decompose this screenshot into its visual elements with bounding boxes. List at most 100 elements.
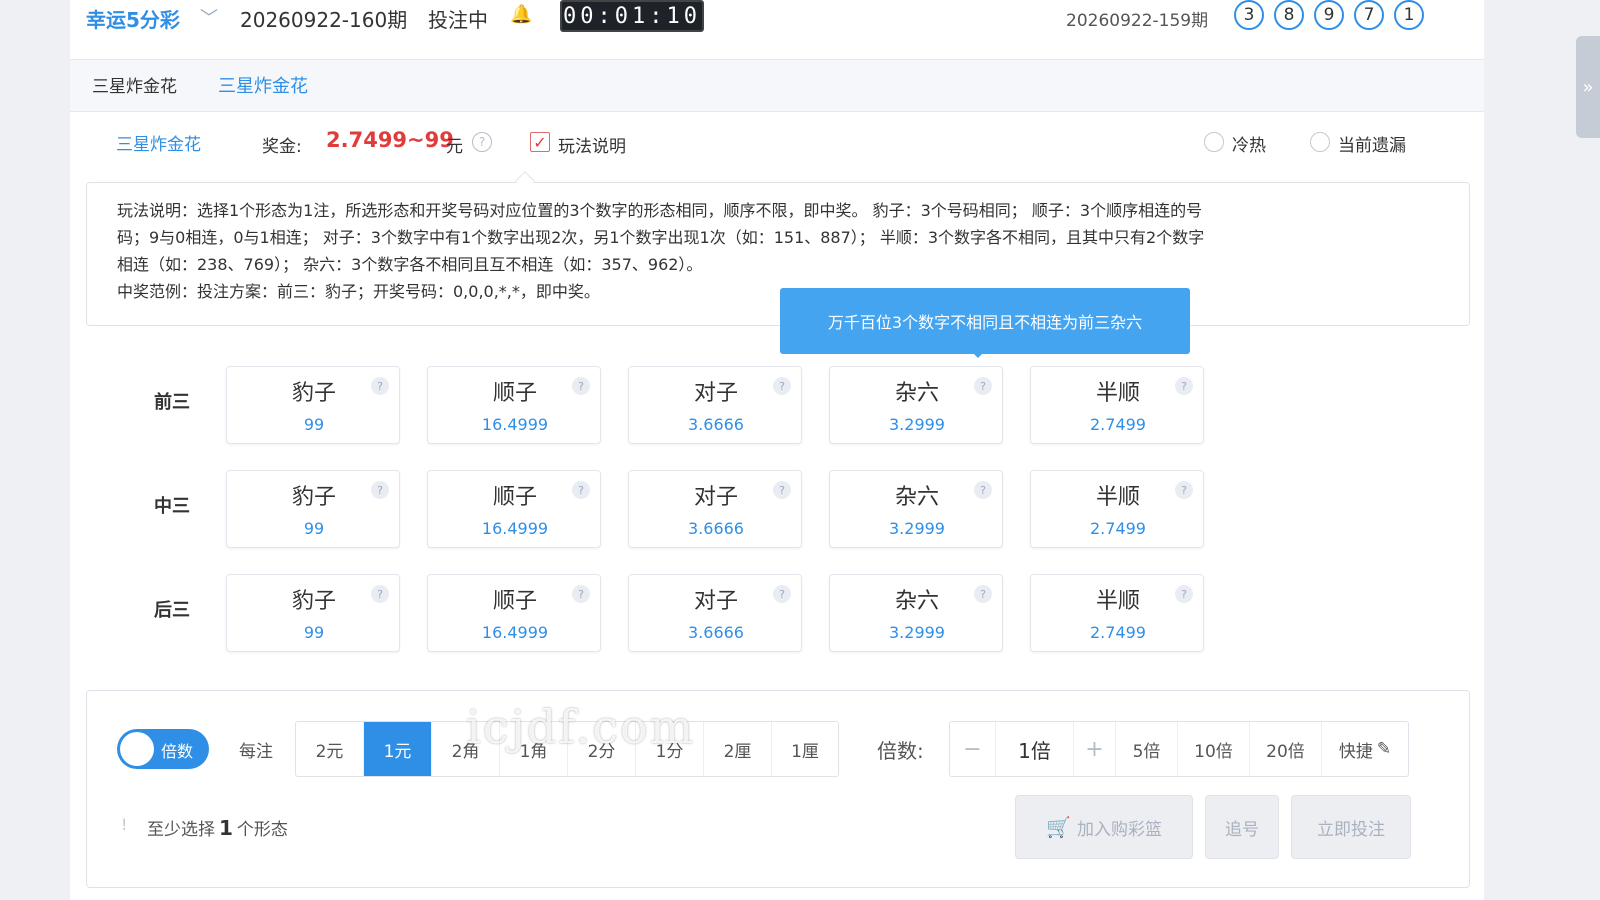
shape-odds: 2.7499 <box>1090 519 1146 538</box>
shape-option[interactable]: 对子 3.6666? <box>628 574 802 652</box>
toggle-knob <box>120 732 154 766</box>
current-period: 20260922-160期 <box>240 8 408 32</box>
cold-hot-radio[interactable] <box>1204 132 1224 152</box>
help-icon[interactable]: ? <box>572 585 590 603</box>
edit-icon: ✎ <box>1376 739 1392 759</box>
betting-panel: 幸运5分彩 ﹀ 20260922-160期 投注中 🔔 00:01:10 202… <box>70 0 1484 900</box>
draw-ball: 9 <box>1314 0 1344 30</box>
shape-odds: 99 <box>303 623 325 642</box>
shape-odds: 16.4999 <box>481 519 549 538</box>
countdown-timer: 00:01:10 <box>560 0 704 32</box>
shape-option[interactable]: 杂六 3.2999? <box>829 574 1003 652</box>
last-draw-balls: 3 8 9 7 1 <box>1234 0 1424 30</box>
help-icon[interactable]: ? <box>572 481 590 499</box>
shape-odds: 3.6666 <box>688 415 744 434</box>
help-icon[interactable]: ? <box>1175 377 1193 395</box>
help-icon[interactable]: ? <box>974 377 992 395</box>
quick-multiplier[interactable]: 20倍 <box>1250 722 1322 776</box>
play-bar: 三星炸金花 奖金: 2.7499~99 元 ? ✓ 玩法说明 冷热 当前遗漏 <box>70 112 1484 174</box>
help-icon[interactable]: ? <box>773 481 791 499</box>
shape-option[interactable]: 顺子 16.4999? <box>427 574 601 652</box>
missing-radio[interactable] <box>1310 132 1330 152</box>
help-icon[interactable]: ? <box>472 132 492 152</box>
shape-option[interactable]: 杂六 3.2999? <box>829 470 1003 548</box>
side-expand-tab[interactable]: » <box>1576 36 1600 138</box>
bet-now-button[interactable]: 立即投注 <box>1291 795 1411 859</box>
prize-unit: 元 <box>446 137 463 157</box>
shape-tooltip: 万千百位3个数字不相同且不相连为前三杂六 <box>780 288 1190 354</box>
help-icon[interactable]: ? <box>371 377 389 395</box>
cold-hot-label[interactable]: 冷热 <box>1232 131 1266 156</box>
rules-explanation: 玩法说明：选择1个形态为1注，所选形态和开奖号码对应位置的3个数字的形态相同，顺… <box>86 182 1470 326</box>
missing-label[interactable]: 当前遗漏 <box>1338 131 1406 156</box>
rules-line: 相连（如：238、769）； 杂六：3个数字各不相同且互不相连（如：357、96… <box>117 255 703 274</box>
unit-option[interactable]: 2元 <box>296 722 364 776</box>
help-icon[interactable]: ? <box>1175 585 1193 603</box>
unit-option[interactable]: 1分 <box>636 722 704 776</box>
tooltip-arrow <box>970 350 986 358</box>
help-icon[interactable]: ? <box>773 585 791 603</box>
row-label-front: 前三 <box>154 392 190 413</box>
add-cart-button[interactable]: 🛒 加入购彩篮 <box>1015 795 1193 859</box>
help-icon[interactable]: ? <box>773 377 791 395</box>
shape-option[interactable]: 豹子 99? <box>226 574 400 652</box>
unit-option[interactable]: 2分 <box>568 722 636 776</box>
shape-option[interactable]: 半顺 2.7499? <box>1030 366 1204 444</box>
unit-option[interactable]: 1厘 <box>772 722 838 776</box>
play-method-active[interactable]: 三星炸金花 <box>116 130 201 155</box>
prize-label: 奖金: <box>262 137 302 157</box>
toggle-label: 倍数 <box>161 742 194 761</box>
shape-odds: 3.2999 <box>889 415 945 434</box>
shape-option[interactable]: 顺子 16.4999? <box>427 470 601 548</box>
help-icon[interactable]: ? <box>974 481 992 499</box>
help-icon[interactable]: ? <box>974 585 992 603</box>
shape-odds: 3.2999 <box>889 623 945 642</box>
shape-option[interactable]: 豹子 99? <box>226 366 400 444</box>
unit-label: 每注 <box>239 742 273 762</box>
multiplier-toggle[interactable]: 倍数 <box>117 729 209 769</box>
play-category-tabs: 三星炸金花 三星炸金花 <box>70 60 1484 112</box>
rules-checkbox[interactable]: ✓ <box>530 132 550 152</box>
chase-button[interactable]: 追号 <box>1205 795 1279 859</box>
multiplier-input[interactable]: 1倍 <box>996 722 1074 776</box>
help-icon[interactable]: ? <box>371 481 389 499</box>
shape-odds: 3.2999 <box>889 519 945 538</box>
quick-multiplier[interactable]: 10倍 <box>1178 722 1250 776</box>
shape-odds: 99 <box>303 415 325 434</box>
hint-prefix: 至少选择 <box>147 820 215 840</box>
unit-option[interactable]: 2角 <box>432 722 500 776</box>
shape-option[interactable]: 对子 3.6666? <box>628 366 802 444</box>
draw-ball: 7 <box>1354 0 1384 30</box>
help-icon[interactable]: ? <box>371 585 389 603</box>
plus-button[interactable]: + <box>1074 722 1116 776</box>
lottery-selector[interactable]: 幸运5分彩 <box>86 4 180 33</box>
unit-option[interactable]: 1角 <box>500 722 568 776</box>
check-icon: ✓ <box>533 132 547 152</box>
minus-button[interactable]: − <box>950 722 996 776</box>
bet-controls: 倍数 每注 2元 1元 2角 1角 2分 1分 2厘 1厘 倍数: − 1倍 +… <box>86 690 1470 888</box>
shape-option[interactable]: 顺子 16.4999? <box>427 366 601 444</box>
tab-category-active[interactable]: 三星炸金花 <box>218 72 308 98</box>
help-icon[interactable]: ? <box>1175 481 1193 499</box>
shape-option[interactable]: 半顺 2.7499? <box>1030 574 1204 652</box>
shape-option[interactable]: 杂六 3.2999? <box>829 366 1003 444</box>
unit-option-active[interactable]: 1元 <box>364 722 432 776</box>
quick-edit-button[interactable]: 快捷 ✎ <box>1322 722 1408 776</box>
rules-checkbox-label[interactable]: 玩法说明 <box>558 132 626 157</box>
shape-odds: 16.4999 <box>481 623 549 642</box>
shape-option[interactable]: 半顺 2.7499? <box>1030 470 1204 548</box>
quick-multiplier[interactable]: 5倍 <box>1116 722 1178 776</box>
tab-category[interactable]: 三星炸金花 <box>92 72 177 97</box>
add-cart-label: 加入购彩篮 <box>1076 819 1162 840</box>
draw-ball: 1 <box>1394 0 1424 30</box>
shape-option[interactable]: 对子 3.6666? <box>628 470 802 548</box>
shape-option[interactable]: 豹子 99? <box>226 470 400 548</box>
help-icon[interactable]: ? <box>572 377 590 395</box>
chevron-down-icon[interactable]: ﹀ <box>200 4 218 30</box>
row-label-middle: 中三 <box>154 496 190 517</box>
shape-odds: 3.6666 <box>688 519 744 538</box>
hint-suffix: 个形态 <box>236 820 288 840</box>
prize-value: 2.7499~99 <box>326 128 454 152</box>
selection-hint: 至少选择 1 个形态 <box>147 815 288 840</box>
unit-option[interactable]: 2厘 <box>704 722 772 776</box>
